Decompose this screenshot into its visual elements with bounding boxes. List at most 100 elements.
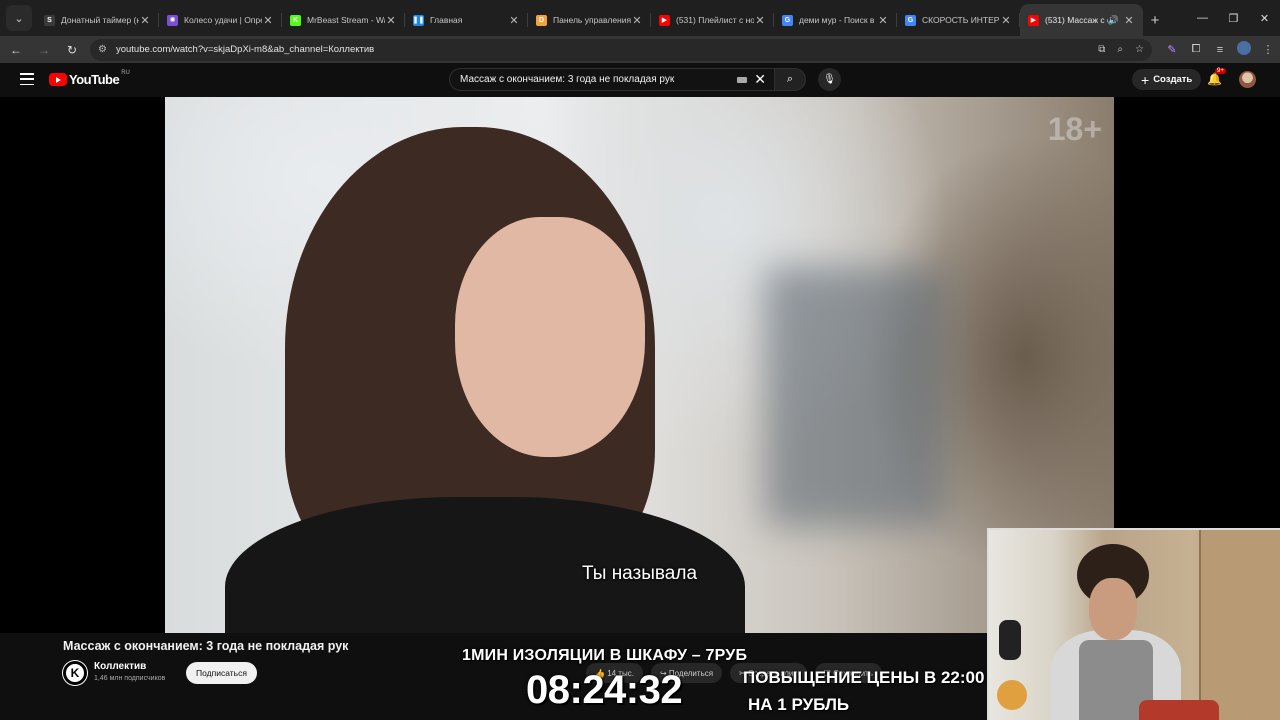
search-icon: ⌕	[786, 73, 794, 85]
zoom-icon[interactable]: ⌕	[1117, 44, 1123, 55]
search-button[interactable]: ⌕	[774, 68, 806, 91]
menu-icon[interactable]	[20, 73, 34, 85]
youtube-play-icon	[49, 73, 67, 86]
tab-favicon-icon: K	[290, 14, 301, 26]
create-button[interactable]: + Создать	[1132, 69, 1202, 90]
site-info-icon[interactable]: ⚙	[98, 44, 107, 55]
browser-toolbar: ← → ↻ ⚙ youtube.com/watch?v=skjaDpXi-m8&…	[0, 36, 1280, 63]
tab-title: Донатный таймер (н	[61, 15, 139, 25]
browser-tab[interactable]: ✺ Колесо удачи | Опре ✕	[159, 4, 282, 36]
search-input[interactable]: Массаж с окончанием: 3 года не покладая …	[449, 68, 774, 91]
clear-search-icon[interactable]: ✕	[754, 71, 766, 88]
profile-icon[interactable]	[1232, 41, 1256, 58]
notifications-bell-icon[interactable]: 🔔	[1207, 72, 1222, 86]
tab-close-icon[interactable]: ✕	[385, 14, 397, 27]
webcam-microphone	[999, 620, 1021, 660]
browser-tab-strip: ⌄ S Донатный таймер (н ✕ ✺ Колесо удачи | Оп…	[0, 0, 1280, 36]
stream-promo-text: 1МИН ИЗОЛЯЦИИ В ШКАФУ – 7РУБ	[462, 647, 748, 664]
channel-name[interactable]: Коллектив	[94, 661, 146, 672]
price-notice-line1: ПОВЫЩЕНИЕ ЦЕНЫ В 22:00	[743, 668, 985, 687]
tab-close-icon[interactable]: ✕	[877, 14, 889, 27]
tab-title: (531) Плейлист с но	[676, 15, 754, 25]
region-label: RU	[121, 70, 130, 76]
account-avatar[interactable]	[1239, 71, 1256, 88]
browser-tab[interactable]: Gдеми мур - Поиск в ✕	[774, 4, 897, 36]
subscribe-button[interactable]: Подписаться	[186, 662, 257, 684]
tab-search-button[interactable]: ⌄	[6, 5, 32, 31]
video-person-face	[455, 217, 645, 457]
youtube-masthead: YouTube RU Массаж с окончанием: 3 года н…	[0, 63, 1280, 97]
reload-icon[interactable]: ↻	[60, 38, 84, 62]
tab-close-icon[interactable]: ✕	[1000, 14, 1012, 27]
tab-title: (531) Массаж с о	[1045, 15, 1108, 25]
video-title: Массаж с окончанием: 3 года не покладая …	[63, 639, 349, 653]
notification-count-badge: 9+	[1215, 68, 1226, 74]
extension-pen-icon[interactable]: ✎	[1160, 43, 1184, 56]
tab-favicon-icon: G	[782, 14, 793, 26]
stream-timer: 08:24:32	[526, 668, 683, 712]
new-tab-button[interactable]: +	[1143, 4, 1167, 36]
youtube-wordmark: YouTube	[69, 72, 120, 87]
video-player[interactable]: 18+ Ты называла	[165, 97, 1114, 633]
browser-tab[interactable]: D Панель управления ✕	[528, 4, 651, 36]
back-icon[interactable]: ←	[4, 38, 28, 62]
price-notice-line2: НА 1 РУБЛЬ	[748, 695, 850, 714]
tab-close-icon[interactable]: ✕	[631, 14, 643, 27]
webcam-pillow	[1139, 700, 1219, 720]
restore-icon[interactable]: ❐	[1218, 0, 1249, 36]
forward-icon[interactable]: →	[32, 38, 56, 62]
tab-close-icon[interactable]: ✕	[508, 14, 520, 27]
tab-list: S Донатный таймер (н ✕ ✺ Колесо удачи | Опре…	[36, 4, 1143, 36]
keyboard-icon[interactable]	[737, 76, 748, 83]
subscriber-count: 1,46 млн подписчиков	[94, 675, 166, 682]
tab-title: Панель управления	[553, 15, 631, 25]
tab-title: деми мур - Поиск в	[799, 15, 875, 25]
tab-close-icon[interactable]: ✕	[262, 14, 274, 27]
tab-favicon-icon: ▶	[659, 14, 670, 26]
browser-tab[interactable]: ❚❚ Главная ✕	[405, 4, 528, 36]
tab-favicon-icon: ✺	[167, 14, 178, 26]
age-rating-badge: 18+	[1047, 111, 1102, 147]
create-label: Создать	[1153, 74, 1193, 85]
bookmark-star-icon[interactable]: ☆	[1135, 44, 1144, 55]
webcam-pizza	[997, 680, 1027, 710]
browser-tab[interactable]: G СКОРОСТЬ ИНТЕРН ✕	[897, 4, 1020, 36]
url-text: youtube.com/watch?v=skjaDpXi-m8&ab_chann…	[115, 44, 375, 55]
tab-close-icon[interactable]: ✕	[139, 14, 151, 27]
close-window-icon[interactable]: ✕	[1249, 0, 1280, 36]
browser-tab[interactable]: S Донатный таймер (н ✕	[36, 4, 159, 36]
minimize-icon[interactable]: —	[1187, 0, 1218, 36]
channel-avatar[interactable]: K	[63, 661, 87, 685]
tab-favicon-icon: G	[905, 14, 916, 26]
tab-title: MrBeast Stream - Wa	[307, 15, 385, 25]
video-subtitle: Ты называла	[581, 563, 698, 584]
tab-title: СКОРОСТЬ ИНТЕРН	[922, 15, 1000, 25]
browser-tab[interactable]: ▶ (531) Массаж с о 🔊 ✕	[1020, 4, 1143, 36]
address-bar[interactable]: ⚙ youtube.com/watch?v=skjaDpXi-m8&ab_cha…	[90, 38, 1152, 61]
tab-favicon-icon: ❚❚	[413, 14, 424, 26]
extensions-puzzle-icon[interactable]: ⧠	[1184, 43, 1208, 56]
tab-close-icon[interactable]: ✕	[1123, 14, 1135, 27]
tab-favicon-icon: D	[536, 14, 547, 26]
browser-tab[interactable]: K MrBeast Stream - Wa ✕	[282, 4, 405, 36]
tab-title: Главная	[430, 15, 463, 25]
streamer-webcam	[987, 528, 1280, 720]
tab-favicon-icon: S	[44, 14, 55, 26]
webcam-person-face	[1089, 578, 1137, 640]
toolbar-extensions: ✎ ⧠ ≡ ⋮	[1160, 41, 1280, 58]
tab-close-icon[interactable]: ✕	[754, 14, 766, 27]
plus-icon: +	[1141, 71, 1150, 88]
reading-list-icon[interactable]: ≡	[1208, 44, 1232, 56]
window-controls: — ❐ ✕	[1187, 0, 1280, 36]
tab-audio-icon[interactable]: 🔊	[1108, 15, 1119, 26]
search-query: Массаж с окончанием: 3 года не покладая …	[460, 74, 675, 85]
youtube-logo[interactable]: YouTube RU	[49, 70, 130, 87]
video-background-painting	[765, 267, 945, 527]
voice-search-button[interactable]: 🎙	[818, 68, 841, 91]
microphone-icon: 🎙	[823, 74, 836, 85]
browser-menu-icon[interactable]: ⋮	[1256, 43, 1280, 56]
install-app-icon[interactable]: ⧉	[1098, 44, 1105, 55]
browser-tab[interactable]: ▶ (531) Плейлист с но ✕	[651, 4, 774, 36]
tab-title: Колесо удачи | Опре	[184, 15, 262, 25]
tab-favicon-icon: ▶	[1028, 14, 1039, 26]
